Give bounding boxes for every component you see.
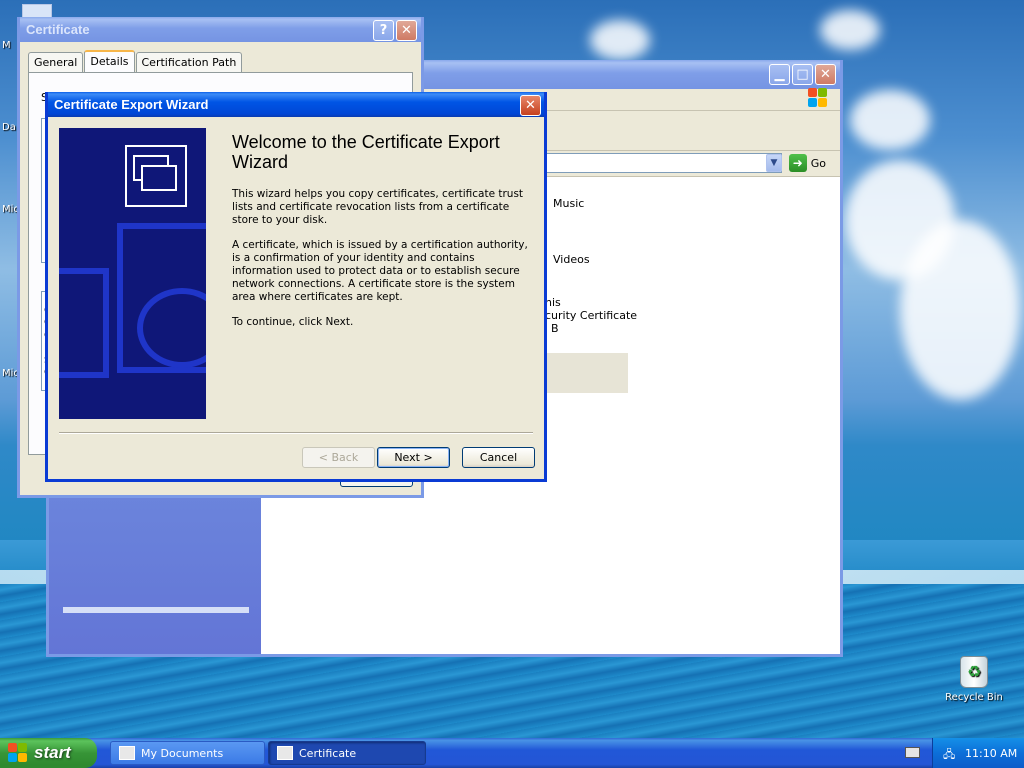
taskbar-item-my-documents[interactable]: My Documents <box>110 741 265 765</box>
clock[interactable]: 11:10 AM <box>965 747 1017 760</box>
task-pane-section <box>63 607 249 613</box>
wizard-paragraph: A certificate, which is issued by a cert… <box>232 239 528 303</box>
folder-item-videos[interactable]: Videos <box>553 253 590 266</box>
cloud <box>850 90 930 150</box>
desktop-icon-label[interactable]: Da <box>2 122 16 133</box>
export-wizard-dialog[interactable]: Certificate Export Wizard ✕ Welcome to t… <box>45 92 547 482</box>
help-button[interactable]: ? <box>373 20 394 41</box>
close-button[interactable]: ✕ <box>815 64 836 85</box>
recycle-bin-label: Recycle Bin <box>945 692 1003 703</box>
wizard-paragraph: This wizard helps you copy certificates,… <box>232 188 524 226</box>
taskbar-item-certificate[interactable]: Certificate <box>268 741 426 765</box>
wizard-banner-image <box>59 128 206 419</box>
go-button[interactable]: ➜ Go <box>788 154 826 172</box>
wizard-paragraph: To continue, click Next. <box>232 316 354 328</box>
tab-strip: General Details Certification Path <box>28 50 243 73</box>
tab-general[interactable]: General <box>28 52 84 73</box>
taskbar-item-label: Certificate <box>299 746 357 760</box>
recycle-bin[interactable]: Recycle Bin <box>944 656 1004 703</box>
file-item-line[interactable]: curity Certificate <box>545 309 637 322</box>
desktop-icon-label[interactable]: M <box>2 40 11 51</box>
go-label: Go <box>810 156 826 170</box>
keyboard-icon[interactable] <box>905 747 920 758</box>
cloud <box>590 20 650 60</box>
maximize-button[interactable]: □ <box>792 64 813 85</box>
windows-logo-icon <box>8 743 28 763</box>
go-arrow-icon: ➜ <box>788 154 807 172</box>
taskbar: start My Documents Certificate 🖧 11:10 A… <box>0 738 1024 768</box>
wizard-content: Welcome to the Certificate Export Wizard… <box>232 132 528 341</box>
address-input[interactable] <box>539 153 782 173</box>
window-title: Certificate Export Wizard <box>54 97 209 112</box>
start-button[interactable]: start <box>0 738 97 768</box>
window-title: Certificate <box>26 22 90 37</box>
system-tray: 🖧 11:10 AM <box>932 738 1024 768</box>
next-button[interactable]: Next > <box>377 447 450 468</box>
cancel-button[interactable]: Cancel <box>462 447 535 468</box>
tab-certification-path[interactable]: Certification Path <box>135 52 243 73</box>
file-item-line[interactable]: his <box>545 296 561 309</box>
recycle-bin-icon <box>960 656 988 688</box>
back-button[interactable]: < Back <box>302 447 375 468</box>
taskbar-item-label: My Documents <box>141 746 224 760</box>
window-icon <box>277 746 293 760</box>
file-item-line[interactable]: B <box>551 322 559 335</box>
cloud <box>820 10 880 50</box>
certificate-icon <box>125 145 187 207</box>
close-button[interactable]: ✕ <box>396 20 417 41</box>
wizard-titlebar[interactable]: Certificate Export Wizard <box>48 92 544 117</box>
tab-details[interactable]: Details <box>84 50 135 73</box>
windows-logo-icon <box>808 88 828 108</box>
wizard-heading: Welcome to the Certificate Export Wizard <box>232 132 500 172</box>
folder-item-music[interactable]: Music <box>553 197 584 210</box>
separator <box>59 432 533 434</box>
selected-file-highlight <box>537 353 628 393</box>
certificate-titlebar[interactable]: Certificate <box>20 17 421 42</box>
close-button[interactable]: ✕ <box>520 95 541 116</box>
desktop-icon[interactable] <box>22 4 52 18</box>
cloud <box>900 220 1020 400</box>
address-dropdown-button[interactable]: ▼ <box>766 154 782 172</box>
network-icon[interactable]: 🖧 <box>943 746 957 761</box>
start-label: start <box>34 743 71 762</box>
folder-icon <box>119 746 135 760</box>
minimize-button[interactable]: ▁ <box>769 64 790 85</box>
banner-shape <box>59 268 109 378</box>
